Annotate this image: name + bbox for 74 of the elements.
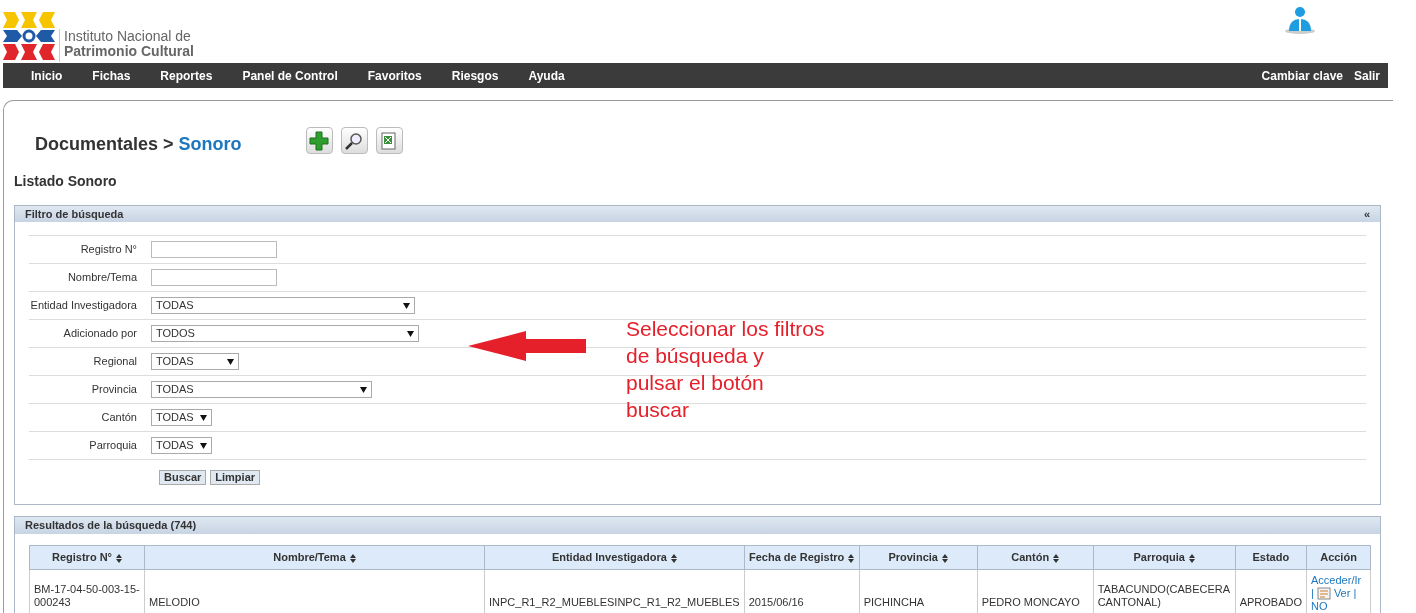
nav-link[interactable]: Fichas <box>92 66 131 85</box>
excel-export-button[interactable] <box>375 127 403 154</box>
sort-icon <box>848 553 855 563</box>
dropdown-field[interactable]: TODAS <box>151 409 212 426</box>
arrow-annotation-icon <box>468 331 586 361</box>
field-label: Provincia <box>90 382 138 396</box>
field-label: Nombre/Tema <box>66 270 138 284</box>
text-field[interactable] <box>151 241 277 258</box>
dropdown-arrow-icon <box>407 330 414 337</box>
text-field[interactable] <box>151 269 277 286</box>
column-header[interactable]: Acción <box>1306 545 1371 570</box>
collapse-button[interactable]: « <box>1363 205 1370 223</box>
field-label: Regional <box>92 354 138 368</box>
field-label: Cantón <box>100 410 138 424</box>
dropdown-arrow-icon <box>227 358 234 365</box>
magnifier-icon <box>344 130 365 151</box>
nav-link[interactable]: Inicio <box>31 66 63 85</box>
form-button[interactable]: Buscar <box>159 470 207 485</box>
sort-icon <box>349 553 356 563</box>
document-icon <box>1316 587 1331 600</box>
field-label: Parroquia <box>88 438 138 452</box>
sort-icon <box>670 553 677 563</box>
action-link[interactable]: Acceder/Ir <box>1311 574 1362 587</box>
column-header[interactable]: Fecha de Registro <box>744 545 860 570</box>
logo-text: Patrimonio Cultural <box>64 44 194 59</box>
dropdown-arrow-icon <box>200 442 207 449</box>
column-header[interactable]: Entidad Investigadora <box>484 545 745 570</box>
page-title: Listado Sonoro <box>14 172 118 191</box>
dropdown-arrow-icon <box>360 386 367 393</box>
sort-icon <box>1053 553 1060 563</box>
add-button[interactable] <box>305 127 333 154</box>
column-header[interactable]: Cantón <box>977 545 1094 570</box>
nav-link[interactable]: Ayuda <box>528 66 565 85</box>
breadcrumb-parent: Documentales > <box>35 133 174 156</box>
plus-icon <box>309 130 330 151</box>
user-icon <box>1284 5 1316 35</box>
action-link[interactable]: NO <box>1311 600 1328 613</box>
sort-icon <box>1188 553 1195 563</box>
nav-link[interactable]: Riesgos <box>451 66 499 85</box>
column-header[interactable]: Estado <box>1235 545 1307 570</box>
field-label: Adicionado por <box>62 326 138 340</box>
search-button[interactable] <box>340 127 368 154</box>
institute-logo <box>3 10 55 62</box>
panel-title: Filtro de búsqueda <box>25 206 124 222</box>
column-header[interactable]: Parroquia <box>1093 545 1236 570</box>
dropdown-field[interactable]: TODAS <box>151 297 415 314</box>
dropdown-field[interactable]: TODAS <box>151 437 212 454</box>
separator: | <box>1353 587 1357 600</box>
table-cell: BM-17-04-50-003-15-000243 <box>29 569 145 613</box>
separator: | <box>1311 587 1314 600</box>
action-link[interactable]: Ver <box>1333 587 1351 600</box>
annotation-text: Seleccionar los filtros de búsqueda y pulsar el botón buscar <box>626 316 826 423</box>
nav-link[interactable]: Salir <box>1354 66 1380 85</box>
nav-link[interactable]: Favoritos <box>367 66 422 85</box>
field-label: Entidad Investigadora <box>29 298 138 312</box>
dropdown-arrow-icon <box>403 302 410 309</box>
form-button[interactable]: Limpiar <box>210 470 261 485</box>
field-label: Registro N° <box>79 242 138 256</box>
dropdown-field[interactable]: TODOS <box>151 325 419 342</box>
column-header[interactable]: Registro N° <box>29 545 145 570</box>
sort-icon <box>941 553 948 563</box>
panel-title: Resultados de la búsqueda (744) <box>25 518 197 534</box>
dropdown-field[interactable]: TODAS <box>151 353 239 370</box>
breadcrumb-current[interactable]: Sonoro <box>178 131 242 158</box>
column-header[interactable]: Nombre/Tema <box>144 545 485 570</box>
nav-link[interactable]: Reportes <box>160 66 213 85</box>
nav-link[interactable]: Panel de Control <box>242 66 338 85</box>
spreadsheet-icon <box>380 131 399 150</box>
dropdown-arrow-icon <box>200 414 207 421</box>
column-header[interactable]: Provincia <box>859 545 978 570</box>
nav-link[interactable]: Cambiar clave <box>1261 66 1343 85</box>
dropdown-field[interactable]: TODAS <box>151 381 372 398</box>
logo-text: Instituto Nacional de <box>64 29 192 44</box>
sort-icon <box>116 553 122 563</box>
